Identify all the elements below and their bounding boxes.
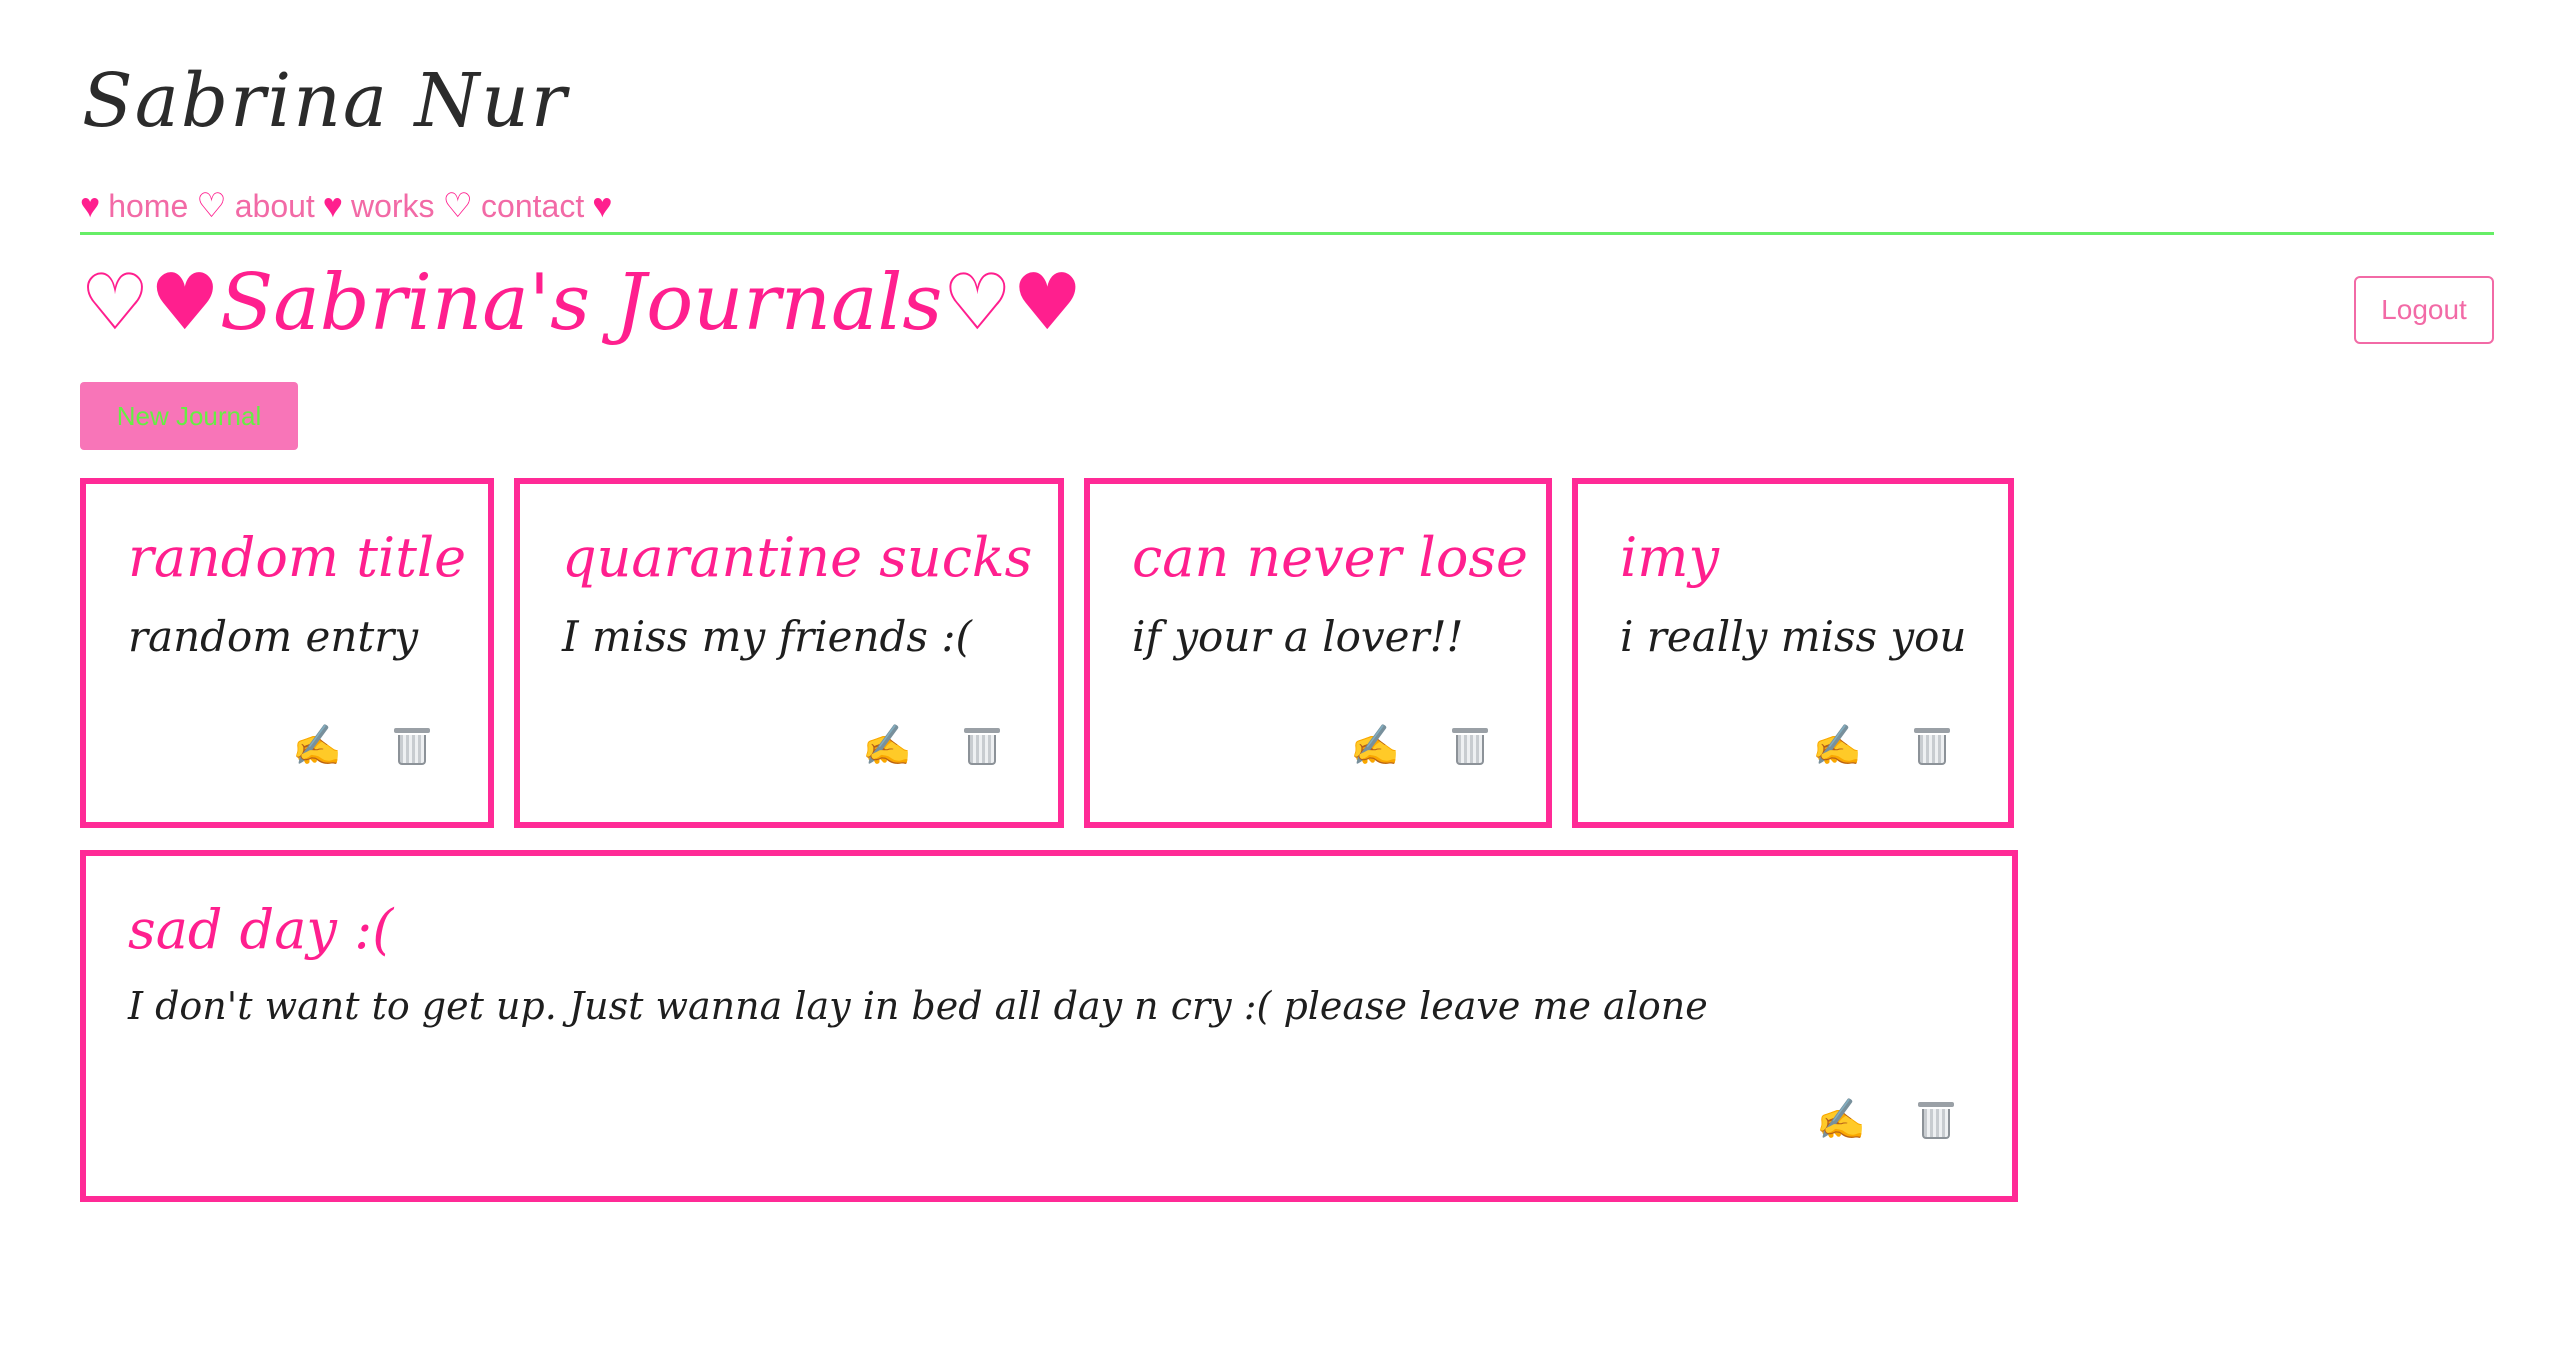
journal-card: quarantine sucks I miss my friends :( ✍ [514,478,1064,828]
wastebasket-icon[interactable] [1914,726,1950,766]
wastebasket-icon[interactable] [1452,726,1488,766]
journal-entry: random entry [128,612,419,661]
heart-icon: ♥ [322,186,343,225]
heart-icon: ♥ [80,186,101,225]
journal-title: imy [1620,526,1719,589]
journal-card: sad day :( I don't want to get up. Just … [80,850,2018,1202]
journal-actions: ✍ [1816,1100,1954,1140]
heart-outline-icon: ♡ [442,187,474,225]
journal-actions: ✍ [1812,726,1950,766]
heart-icon: ♥ [592,186,613,225]
wastebasket-icon[interactable] [964,726,1000,766]
writing-hand-icon[interactable]: ✍ [292,726,342,766]
journal-card: random title random entry ✍ [80,478,494,828]
writing-hand-icon[interactable]: ✍ [1350,726,1400,766]
writing-hand-icon[interactable]: ✍ [1812,726,1862,766]
journal-entry: if your a lover!! [1132,612,1464,661]
nav-divider [80,232,2494,235]
writing-hand-icon[interactable]: ✍ [862,726,912,766]
journal-actions: ✍ [862,726,1000,766]
journal-entry: I miss my friends :( [562,612,972,661]
main-nav: ♥ home ♡ about ♥ works ♡ contact ♥ [80,186,612,226]
site-name: Sabrina Nur [82,58,569,144]
new-journal-button[interactable]: New Journal [80,382,298,450]
page-title: ♡♥Sabrina's Journals♡♥ [80,258,1083,348]
journal-title: sad day :( [128,898,394,961]
journal-entry: i really miss you [1620,612,1967,661]
journal-actions: ✍ [1350,726,1488,766]
wastebasket-icon[interactable] [1918,1100,1954,1140]
journal-card: imy i really miss you ✍ [1572,478,2014,828]
journal-card: can never lose if your a lover!! ✍ [1084,478,1552,828]
logout-button[interactable]: Logout [2354,276,2494,344]
journal-title: can never lose [1132,526,1529,589]
writing-hand-icon[interactable]: ✍ [1816,1100,1866,1140]
nav-works-link[interactable]: works [351,188,435,225]
nav-about-link[interactable]: about [235,188,315,225]
journal-title: quarantine sucks [562,526,1033,589]
journal-entry: I don't want to get up. Just wanna lay i… [128,984,1708,1028]
nav-contact-link[interactable]: contact [481,188,584,225]
journal-actions: ✍ [292,726,430,766]
journal-title: random title [128,526,467,589]
nav-home-link[interactable]: home [108,188,188,225]
wastebasket-icon[interactable] [394,726,430,766]
heart-outline-icon: ♡ [196,187,227,225]
